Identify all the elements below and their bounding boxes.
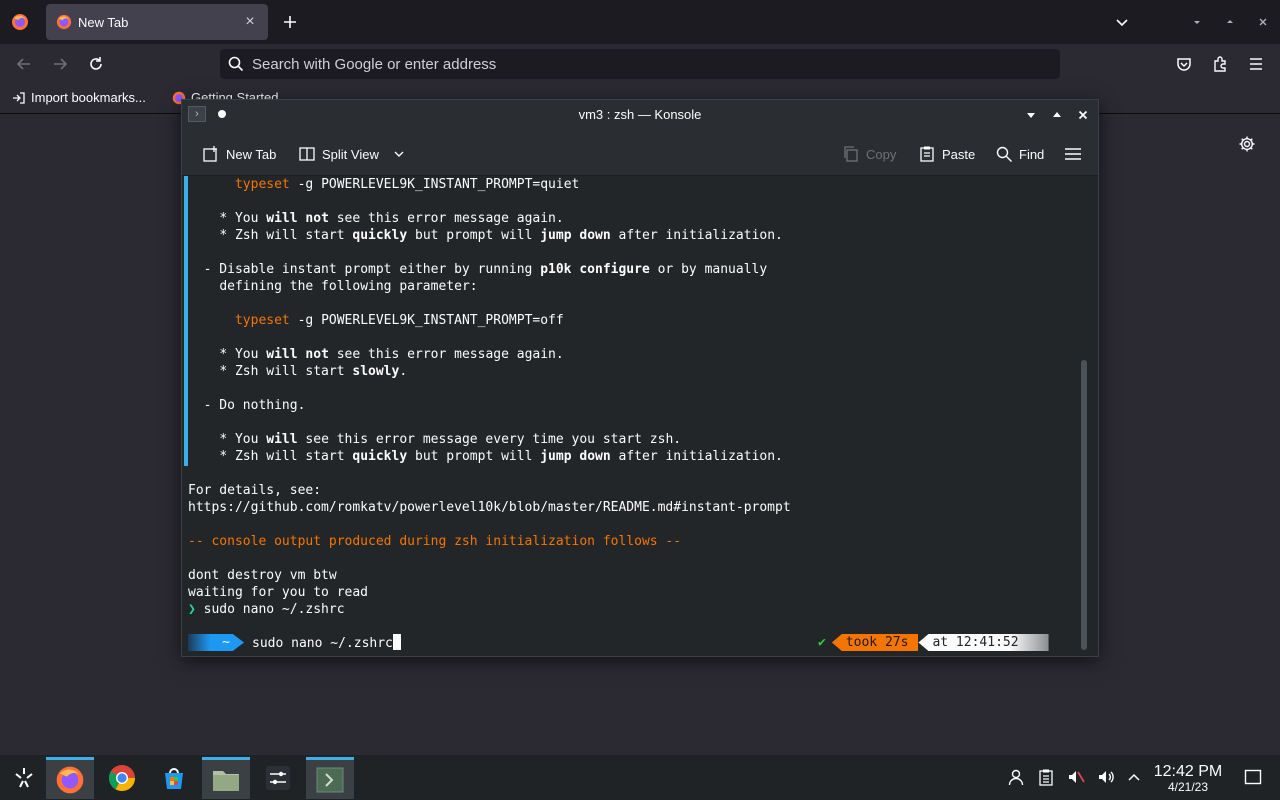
reload-icon[interactable] — [84, 52, 108, 76]
terminal-line: typeset -g POWERLEVEL9K_INSTANT_PROMPT=o… — [234, 313, 564, 328]
navigation-toolbar — [0, 44, 1280, 84]
minimize-icon[interactable] — [1022, 106, 1040, 124]
terminal-line: ❯ sudo nano ~/.zshrc — [188, 602, 345, 617]
terminal-link[interactable]: https://github.com/romkatv/powerlevel10k… — [188, 499, 791, 516]
terminal-line: * You will not see this error message ag… — [219, 347, 564, 362]
check-icon: ✔ — [818, 635, 826, 650]
window-titlebar[interactable]: › vm3 : zsh — Konsole — [182, 100, 1098, 130]
search-icon — [228, 56, 244, 72]
url-input[interactable] — [252, 55, 1060, 73]
chevron-down-icon[interactable] — [393, 148, 405, 160]
clipboard-icon[interactable] — [1036, 767, 1056, 787]
discover-store-icon[interactable] — [150, 757, 198, 799]
window-title: vm3 : zsh — Konsole — [578, 107, 702, 122]
maximize-icon[interactable] — [1220, 12, 1240, 32]
terminal-line: -- console output produced during zsh in… — [188, 534, 682, 549]
terminal-line: - Disable instant prompt either by runni… — [203, 262, 768, 277]
back-arrow-icon[interactable] — [12, 52, 36, 76]
konsole-toolbar: New Tab Split View Copy Paste Find — [182, 130, 1098, 176]
digital-clock[interactable]: 12:42 PM 4/21/23 — [1150, 763, 1226, 794]
terminal-line: * Zsh will start slowly. — [219, 364, 408, 379]
paste-button[interactable]: Paste — [918, 142, 975, 166]
close-window-icon[interactable] — [1253, 12, 1273, 32]
import-bookmarks-link[interactable]: Import bookmarks... — [12, 90, 146, 105]
browser-tab[interactable]: New Tab × — [46, 4, 268, 40]
split-view-icon — [298, 145, 316, 163]
search-icon — [995, 145, 1013, 163]
prompt-input-line[interactable]: sudo nano ~/.zshrc — [252, 634, 401, 651]
scrollbar[interactable] — [1079, 178, 1089, 652]
copy-icon — [842, 145, 860, 163]
prompt-time: at 12:41:52 — [918, 634, 1049, 651]
find-button[interactable]: Find — [995, 142, 1044, 166]
terminal-output[interactable]: typeset -g POWERLEVEL9K_INSTANT_PROMPT=q… — [182, 176, 1098, 656]
volume-icon[interactable] — [1096, 767, 1116, 787]
close-icon[interactable]: × — [242, 13, 258, 30]
taskbar: 12:42 PM 4/21/23 — [0, 755, 1280, 800]
terminal-line: typeset -g POWERLEVEL9K_INSTANT_PROMPT=q… — [234, 177, 580, 192]
new-tab-icon — [202, 145, 220, 163]
hamburger-menu-icon[interactable] — [1064, 142, 1082, 166]
firefox-icon — [56, 14, 72, 30]
copy-button[interactable]: Copy — [842, 142, 896, 166]
dolphin-file-manager-icon[interactable] — [202, 757, 250, 799]
paste-icon — [918, 145, 936, 163]
firefox-icon[interactable] — [8, 10, 32, 34]
copy-label: Copy — [866, 146, 897, 162]
terminal-line: defining the following parameter: — [219, 279, 478, 294]
bookmark-label: Import bookmarks... — [31, 90, 146, 105]
terminal-line: * You will see this error message every … — [219, 432, 682, 447]
terminal-line: * Zsh will start quickly but prompt will… — [219, 228, 783, 243]
maximize-icon[interactable] — [1048, 106, 1066, 124]
new-tab-label: New Tab — [226, 146, 277, 162]
tab-title: New Tab — [78, 14, 129, 30]
user-icon[interactable] — [1006, 767, 1026, 787]
microphone-muted-icon[interactable] — [1066, 767, 1086, 787]
terminal-line: - Do nothing. — [203, 398, 306, 413]
firefox-tab-bar: New Tab × — [0, 0, 1280, 44]
clock-time: 12:42 PM — [1153, 763, 1223, 780]
prompt-duration: took 27s — [831, 634, 919, 651]
extensions-icon[interactable] — [1208, 52, 1232, 76]
scrollbar-thumb[interactable] — [1081, 360, 1087, 650]
application-launcher-icon[interactable] — [0, 757, 48, 799]
find-label: Find — [1019, 146, 1045, 162]
firefox-taskbar-icon[interactable] — [46, 757, 94, 799]
terminal-line: * Zsh will start quickly but prompt will… — [219, 449, 783, 464]
minimize-icon[interactable] — [1187, 12, 1207, 32]
hamburger-menu-icon[interactable] — [1244, 52, 1268, 76]
prompt-dir-segment: ~ — [188, 634, 244, 651]
import-icon — [12, 91, 26, 105]
chrome-taskbar-icon[interactable] — [98, 757, 146, 799]
close-icon[interactable] — [1074, 106, 1092, 124]
terminal-line: dont destroy vm btw — [188, 568, 337, 583]
prompt-status-segment: ✔ took 27s at 12:41:52 — [818, 634, 1049, 651]
chevron-up-icon[interactable] — [1124, 767, 1144, 787]
paste-label: Paste — [942, 146, 976, 162]
split-view-label: Split View — [322, 146, 379, 162]
show-desktop-icon[interactable] — [1243, 767, 1263, 787]
text-cursor — [392, 634, 401, 650]
konsole-window: › vm3 : zsh — Konsole New Tab Split View — [181, 99, 1099, 657]
chevron-down-icon[interactable] — [1110, 10, 1134, 34]
pocket-icon[interactable] — [1172, 52, 1196, 76]
terminal-line: For details, see: — [188, 483, 322, 498]
terminal-line: * You will not see this error message ag… — [219, 211, 564, 226]
clock-date: 4/21/23 — [1167, 780, 1209, 794]
split-view-button[interactable]: Split View — [298, 142, 405, 166]
system-settings-icon[interactable] — [254, 757, 302, 799]
gear-icon[interactable] — [1238, 135, 1260, 157]
forward-arrow-icon[interactable] — [48, 52, 72, 76]
terminal-line: waiting for you to read — [188, 585, 369, 600]
new-tab-button[interactable]: New Tab — [202, 142, 276, 166]
konsole-taskbar-icon[interactable] — [306, 757, 354, 799]
address-bar[interactable] — [220, 49, 1060, 79]
new-tab-button[interactable] — [278, 10, 302, 34]
